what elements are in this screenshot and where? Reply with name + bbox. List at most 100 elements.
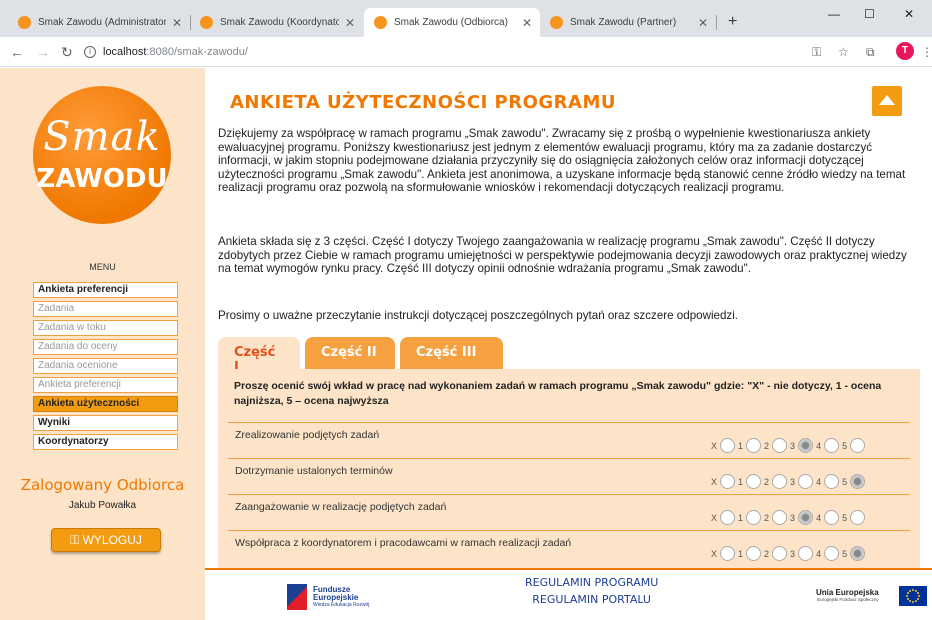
rating-radio-1[interactable] <box>746 438 762 453</box>
eu-star-icon <box>917 592 920 594</box>
rating-label: 3 <box>790 548 796 559</box>
minimize-icon[interactable]: — <box>828 7 840 21</box>
rating-radio-x[interactable] <box>720 546 736 561</box>
scroll-top-button[interactable] <box>872 86 902 116</box>
rating-radio-3[interactable] <box>798 438 814 453</box>
sidebar-item-koordynatorzy[interactable]: Koordynatorzy <box>33 434 178 450</box>
sidebar-item-zadania-w-toku[interactable]: Zadania w toku <box>33 320 178 336</box>
rating-radio-4[interactable] <box>824 546 840 561</box>
logout-button[interactable]: ⚿ WYLOGUJ <box>51 528 161 552</box>
rating-label: 3 <box>790 476 796 487</box>
back-icon[interactable]: ← <box>10 44 24 60</box>
logged-in-label: Zalogowany Odbiorca <box>20 476 185 494</box>
sidebar-item-wyniki[interactable]: Wyniki <box>33 415 178 431</box>
rating-radio-3[interactable] <box>798 474 814 489</box>
rating-radio-2[interactable] <box>772 510 788 525</box>
rating-label: 1 <box>738 440 744 451</box>
rating-label: 5 <box>842 548 848 559</box>
rating-label: 4 <box>816 476 822 487</box>
site-info-icon[interactable]: i <box>84 46 96 58</box>
rating-radio-x[interactable] <box>720 510 736 525</box>
sidebar: Smak ZAWODU MENU Ankieta preferencji Zad… <box>0 68 205 620</box>
rating-label: X <box>711 476 718 487</box>
rating-radio-3[interactable] <box>798 510 814 525</box>
tab-czesc-3[interactable]: Część III <box>400 337 503 369</box>
sidebar-item-zadania-do-oceny[interactable]: Zadania do oceny <box>33 339 178 355</box>
question-row: Zrealizowanie podjętych zadań X 1 2 3 4 5 <box>228 422 910 458</box>
url-field[interactable]: i localhost:8080/smak-zawodu/ <box>84 41 864 63</box>
browser-tab[interactable]: Smak Zawodu (Partner) ✕ <box>540 8 717 37</box>
rating-radio-1[interactable] <box>746 546 762 561</box>
rating-radio-2[interactable] <box>772 546 788 561</box>
rating-radio-5[interactable] <box>850 546 866 561</box>
browser-tab[interactable]: Smak Zawodu (Administrator) ✕ <box>8 8 191 37</box>
browser-tab[interactable]: Smak Zawodu (Koordynator) ✕ <box>190 8 363 37</box>
tab-czesc-2[interactable]: Część II <box>305 337 395 369</box>
extension-puzzle-icon[interactable]: ⧉ <box>866 45 875 60</box>
rating-label: 2 <box>764 548 770 559</box>
bookmark-star-icon[interactable]: ☆ <box>838 45 849 59</box>
logo-text-top: Smak <box>43 114 161 160</box>
rating-label: 2 <box>764 476 770 487</box>
sidebar-item-zadania[interactable]: Zadania <box>33 301 178 317</box>
rating-label: 1 <box>738 476 744 487</box>
address-bar: ← → ↻ i localhost:8080/smak-zawodu/ ⚿ ☆ … <box>0 37 932 67</box>
rating-label: 4 <box>816 512 822 523</box>
reload-icon[interactable]: ↻ <box>61 44 73 61</box>
url-path: :8080/smak-zawodu/ <box>146 46 248 58</box>
rating-group: X 1 2 3 4 5 <box>708 510 866 525</box>
rating-label: 2 <box>764 440 770 451</box>
browser-tab-strip: Smak Zawodu (Administrator) ✕ Smak Zawod… <box>0 0 932 37</box>
close-tab-icon[interactable]: ✕ <box>345 16 355 30</box>
ue-subtitle: Europejski Fundusz Społeczny <box>817 597 879 602</box>
tab-czesc-1[interactable]: Część I <box>218 337 300 375</box>
rating-label: 5 <box>842 512 848 523</box>
arrow-up-icon <box>879 95 895 105</box>
maximize-icon[interactable]: ☐ <box>864 7 875 21</box>
eu-star-icon <box>912 589 914 591</box>
rating-group: X 1 2 3 4 5 <box>708 438 866 453</box>
rating-radio-1[interactable] <box>746 474 762 489</box>
rating-radio-4[interactable] <box>824 474 840 489</box>
window-close-icon[interactable]: ✕ <box>904 7 914 21</box>
forward-icon[interactable]: → <box>36 44 50 60</box>
logout-label: WYLOGUJ <box>82 533 142 547</box>
rating-group: X 1 2 3 4 5 <box>708 546 866 561</box>
site-favicon-icon <box>18 16 31 29</box>
rating-radio-5[interactable] <box>850 474 866 489</box>
rating-radio-1[interactable] <box>746 510 762 525</box>
new-tab-icon[interactable]: + <box>728 13 737 31</box>
rating-radio-4[interactable] <box>824 510 840 525</box>
browser-tab-title: Smak Zawodu (Koordynator) <box>220 17 339 28</box>
close-tab-icon[interactable]: ✕ <box>522 16 532 30</box>
rating-radio-5[interactable] <box>850 438 866 453</box>
eu-star-icon <box>906 598 909 600</box>
rating-radio-x[interactable] <box>720 438 736 453</box>
sidebar-item-ankieta-uzytecznosci[interactable]: Ankieta użyteczności <box>33 396 178 412</box>
footer-links: REGULAMIN PROGRAMU REGULAMIN PORTALU <box>525 574 658 608</box>
sidebar-item-ankieta-preferencji[interactable]: Ankieta preferencji <box>33 282 178 298</box>
browser-tab-active[interactable]: Smak Zawodu (Odbiorca) ✕ <box>364 8 540 37</box>
eu-star-icon <box>917 598 920 600</box>
question-text: Współpraca z koordynatorem i pracodawcam… <box>235 537 572 549</box>
question-text: Dotrzymanie ustalonych terminów <box>235 465 393 477</box>
more-menu-icon[interactable]: ⋮ <box>921 45 932 59</box>
rating-radio-x[interactable] <box>720 474 736 489</box>
rating-radio-3[interactable] <box>798 546 814 561</box>
key-icon[interactable]: ⚿ <box>812 45 821 60</box>
close-tab-icon[interactable]: ✕ <box>172 16 182 30</box>
regulamin-portalu-link[interactable]: REGULAMIN PORTALU <box>525 591 658 608</box>
rating-label: 2 <box>764 512 770 523</box>
profile-avatar[interactable]: T <box>896 42 914 60</box>
sidebar-item-ankieta-preferencji-2[interactable]: Ankieta preferencji <box>33 377 178 393</box>
regulamin-programu-link[interactable]: REGULAMIN PROGRAMU <box>525 574 658 591</box>
smak-zawodu-logo[interactable]: Smak ZAWODU <box>33 86 171 224</box>
rating-radio-2[interactable] <box>772 474 788 489</box>
rating-radio-4[interactable] <box>824 438 840 453</box>
site-favicon-icon <box>374 16 387 29</box>
rating-radio-2[interactable] <box>772 438 788 453</box>
eu-star-icon <box>915 600 917 603</box>
rating-radio-5[interactable] <box>850 510 866 525</box>
close-tab-icon[interactable]: ✕ <box>698 16 708 30</box>
sidebar-item-zadania-ocenione[interactable]: Zadania ocenione <box>33 358 178 374</box>
